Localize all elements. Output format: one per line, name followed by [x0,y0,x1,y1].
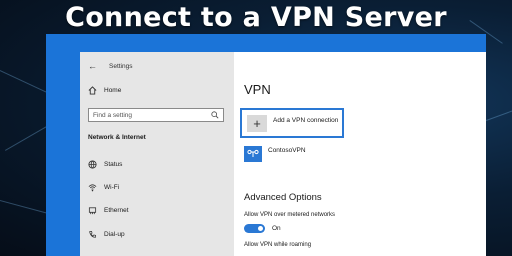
sidebar-item-label: Status [104,161,123,168]
sidebar-item-wifi[interactable]: Wi-Fi [88,183,119,192]
search-input[interactable]: Find a setting [88,108,224,122]
metered-toggle-row: On [244,224,281,233]
plus-icon: + [247,114,267,132]
wifi-icon [88,184,97,192]
option-metered-label: Allow VPN over metered networks [244,212,336,218]
back-arrow-icon[interactable]: ← [88,61,97,71]
sidebar-item-dialup[interactable]: Dial-up [88,230,125,239]
sidebar-item-ethernet[interactable]: Ethernet [88,206,129,215]
phone-icon [89,230,97,238]
add-vpn-connection-button[interactable]: + Add a VPN connection [240,108,344,138]
search-icon [211,111,219,119]
headline: Connect to a VPN Server [65,2,447,33]
section-title: Network & Internet [88,134,146,141]
settings-window: ← Settings Home Find a setting Network &… [80,52,486,256]
search-placeholder: Find a setting [93,111,133,119]
globe-icon [88,160,97,169]
vpn-connection-name: ContosoVPN [268,146,306,154]
main-pane: VPN + Add a VPN connection ContosoVPN Ad… [234,52,486,256]
sidebar-item-label: Dial-up [104,231,125,238]
window-title: Settings [109,62,133,70]
sidebar-item-status[interactable]: Status [88,160,122,169]
add-vpn-label: Add a VPN connection [273,116,339,124]
sidebar-item-home[interactable]: Home [88,86,121,95]
sidebar-item-label: Wi-Fi [104,184,120,191]
vpn-connection-item[interactable]: ContosoVPN [244,146,306,162]
metered-toggle[interactable] [244,224,265,233]
ethernet-icon [88,207,97,215]
home-icon [88,86,97,95]
toggle-state-label: On [272,225,281,232]
option-roaming-label: Allow VPN while roaming [244,242,312,248]
advanced-options-title: Advanced Options [244,192,322,203]
titlebar: ← Settings [88,60,133,72]
sidebar: ← Settings Home Find a setting Network &… [80,52,234,256]
vpn-connection-icon [244,146,262,162]
page-title: VPN [244,82,271,97]
sidebar-item-label: Ethernet [104,207,129,214]
sidebar-home-label: Home [104,87,122,94]
